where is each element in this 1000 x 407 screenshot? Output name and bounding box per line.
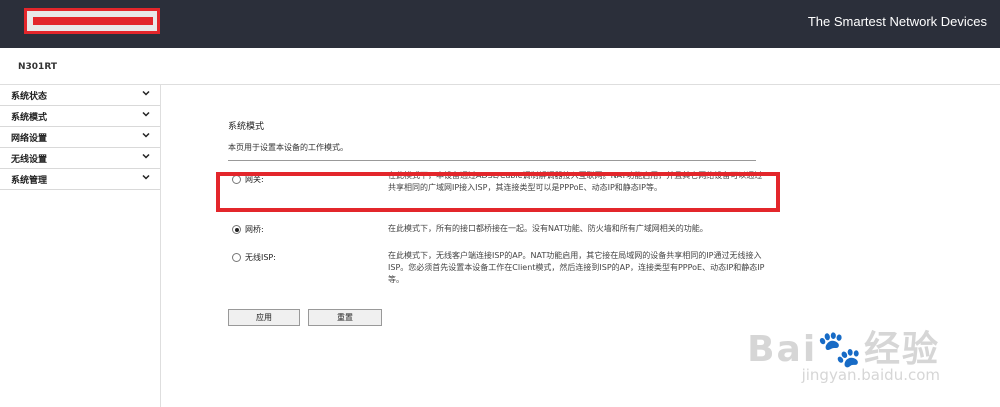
wireless-isp-option[interactable]: 无线ISP: [232,252,276,263]
sidebar: 系统状态 系统模式 网络设置 无线设置 系统管理 [0,85,161,407]
sidebar-item-wireless-settings[interactable]: 无线设置 [0,148,160,169]
wireless-isp-label: 无线ISP: [245,253,276,262]
sidebar-item-system-management[interactable]: 系统管理 [0,169,160,190]
watermark-logo: Bai🐾经验 [747,329,940,370]
model-bar [0,48,1000,85]
sidebar-item-system-mode[interactable]: 系统模式 [0,106,160,127]
chevron-down-icon [142,132,150,138]
sidebar-item-network-settings[interactable]: 网络设置 [0,127,160,148]
wireless-isp-description: 在此模式下，无线客户端连接ISP的AP。NAT功能启用，其它接在局域网的设备共享… [388,251,765,284]
sidebar-item-label: 网络设置 [11,134,48,144]
divider [228,160,756,161]
bridge-label: 网桥: [245,225,264,234]
sidebar-item-label: 系统状态 [11,92,48,102]
bridge-option[interactable]: 网桥: [232,224,264,235]
header-tagline: The Smartest Network Devices [807,14,987,29]
watermark-url: jingyan.baidu.com [801,366,940,384]
top-header: The Smartest Network Devices [0,0,1000,48]
sidebar-item-label: 系统管理 [11,176,48,186]
sidebar-item-label: 系统模式 [11,113,48,123]
bridge-description: 在此模式下，所有的接口都桥接在一起。没有NAT功能、防火墙和所有广域网相关的功能… [388,224,708,233]
chevron-down-icon [142,153,150,159]
bridge-radio[interactable] [232,225,241,234]
page-description: 本页用于设置本设备的工作模式。 [228,143,348,152]
wireless-isp-radio[interactable] [232,253,241,262]
device-model: N301RT [18,62,57,72]
apply-button[interactable]: 应用 [228,309,300,326]
chevron-down-icon [142,111,150,117]
brand-logo-icon[interactable] [24,8,160,34]
page-title: 系统模式 [228,122,265,132]
chevron-down-icon [142,174,150,180]
sidebar-item-system-status[interactable]: 系统状态 [0,85,160,106]
reset-button[interactable]: 重置 [308,309,382,326]
chevron-down-icon [142,90,150,96]
highlight-box [216,172,780,212]
sidebar-item-label: 无线设置 [11,155,48,165]
